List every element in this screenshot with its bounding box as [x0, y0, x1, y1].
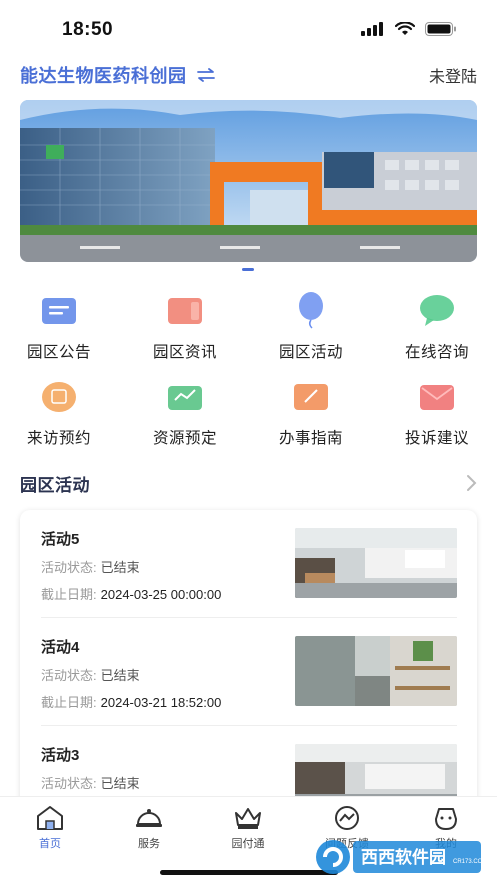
grid-item-notice[interactable]: 园区公告	[4, 290, 114, 362]
watermark-logo: 西西软件园 CR173.COM	[313, 837, 488, 877]
profile-icon	[431, 805, 461, 831]
resource-icon	[165, 376, 205, 416]
status-value: 已结束	[100, 668, 140, 683]
chevron-right-icon[interactable]	[465, 474, 477, 492]
activity-deadline-row: 截止日期: 2024-03-25 00:00:00	[41, 584, 221, 603]
home-icon	[35, 805, 65, 831]
activity-thumbnail	[295, 528, 457, 598]
news-icon	[165, 290, 205, 330]
activity-status-row: 活动状态: 已结束	[41, 665, 140, 684]
status-label: 活动状态:	[41, 560, 97, 575]
activity-title: 活动4	[41, 639, 80, 656]
activities-section-header[interactable]: 园区活动	[20, 470, 477, 496]
grid-label: 资源预定	[152, 430, 217, 447]
tab-label: 园付通	[231, 838, 265, 850]
grid-item-guide[interactable]: 办事指南	[256, 376, 366, 448]
wifi-icon	[395, 22, 415, 35]
watermark-subtext: CR173.COM	[453, 859, 488, 865]
status-icons	[361, 22, 457, 36]
activity-deadline-row: 截止日期: 2024-03-21 18:52:00	[41, 692, 221, 711]
battery-icon	[425, 22, 456, 36]
activity-item[interactable]: 活动4 活动状态: 已结束 截止日期: 2024-03-21 18:52:00	[20, 618, 477, 725]
grid-label: 来访预约	[26, 430, 91, 447]
grid-item-consult[interactable]: 在线咨询	[382, 290, 492, 362]
status-label: 活动状态:	[41, 776, 97, 791]
switch-icon[interactable]	[196, 68, 215, 82]
tab-service[interactable]: 服务	[119, 805, 179, 851]
grid-label: 园区公告	[26, 344, 91, 361]
status-time: 18:50	[62, 19, 114, 40]
grid-item-activities[interactable]: 园区活动	[256, 290, 366, 362]
watermark-text: 西西软件园	[361, 848, 446, 867]
signal-icon	[361, 22, 383, 36]
grid-label: 办事指南	[278, 430, 343, 447]
tab-payment[interactable]: 园付通	[218, 805, 278, 851]
grid-label: 园区资讯	[152, 344, 217, 361]
deadline-label: 截止日期:	[41, 695, 97, 710]
park-switcher[interactable]: 能达生物医药科创园	[20, 62, 215, 88]
balloon-icon	[291, 290, 331, 330]
tab-label: 首页	[39, 838, 61, 850]
grid-label: 园区活动	[278, 344, 343, 361]
chat-icon	[417, 290, 457, 330]
park-name[interactable]: 能达生物医药科创园	[20, 62, 187, 88]
banner-image[interactable]	[20, 100, 477, 262]
deadline-label: 截止日期:	[41, 587, 97, 602]
grid-item-resource[interactable]: 资源预定	[130, 376, 240, 448]
login-status[interactable]: 未登陆	[429, 63, 477, 87]
home-indicator	[160, 870, 338, 875]
feedback-icon	[332, 805, 362, 831]
calendar-icon	[39, 376, 79, 416]
grid-item-visit[interactable]: 来访预约	[4, 376, 114, 448]
deadline-value: 2024-03-21 18:52:00	[100, 695, 222, 710]
status-bar: 18:50	[0, 0, 497, 56]
grid-label: 投诉建议	[404, 430, 469, 447]
tab-home[interactable]: 首页	[20, 805, 80, 851]
grid-item-complaint[interactable]: 投诉建议	[382, 376, 492, 448]
grid-item-news[interactable]: 园区资讯	[130, 290, 240, 362]
activity-item[interactable]: 活动5 活动状态: 已结束 截止日期: 2024-03-25 00:00:00	[20, 510, 477, 617]
status-value: 已结束	[100, 560, 140, 575]
status-label: 活动状态:	[41, 668, 97, 683]
status-value: 已结束	[100, 776, 140, 791]
banner-pagination-dot[interactable]	[242, 268, 254, 271]
guide-icon	[291, 376, 331, 416]
crown-icon	[233, 805, 263, 831]
header: 能达生物医药科创园 未登陆	[20, 60, 477, 90]
notice-icon	[39, 290, 79, 330]
deadline-value: 2024-03-25 00:00:00	[100, 587, 222, 602]
activities-card: 活动5 活动状态: 已结束 截止日期: 2024-03-25 00:00:00 活动…	[20, 510, 477, 810]
activity-status-row: 活动状态: 已结束	[41, 773, 140, 792]
section-title: 园区活动	[20, 475, 90, 495]
activity-status-row: 活动状态: 已结束	[41, 557, 140, 576]
activity-title: 活动5	[41, 531, 80, 548]
activity-thumbnail	[295, 636, 457, 706]
service-bell-icon	[134, 805, 164, 831]
activity-title: 活动3	[41, 747, 80, 764]
grid-label: 在线咨询	[404, 344, 469, 361]
tab-label: 服务	[138, 838, 160, 850]
mail-icon	[417, 376, 457, 416]
